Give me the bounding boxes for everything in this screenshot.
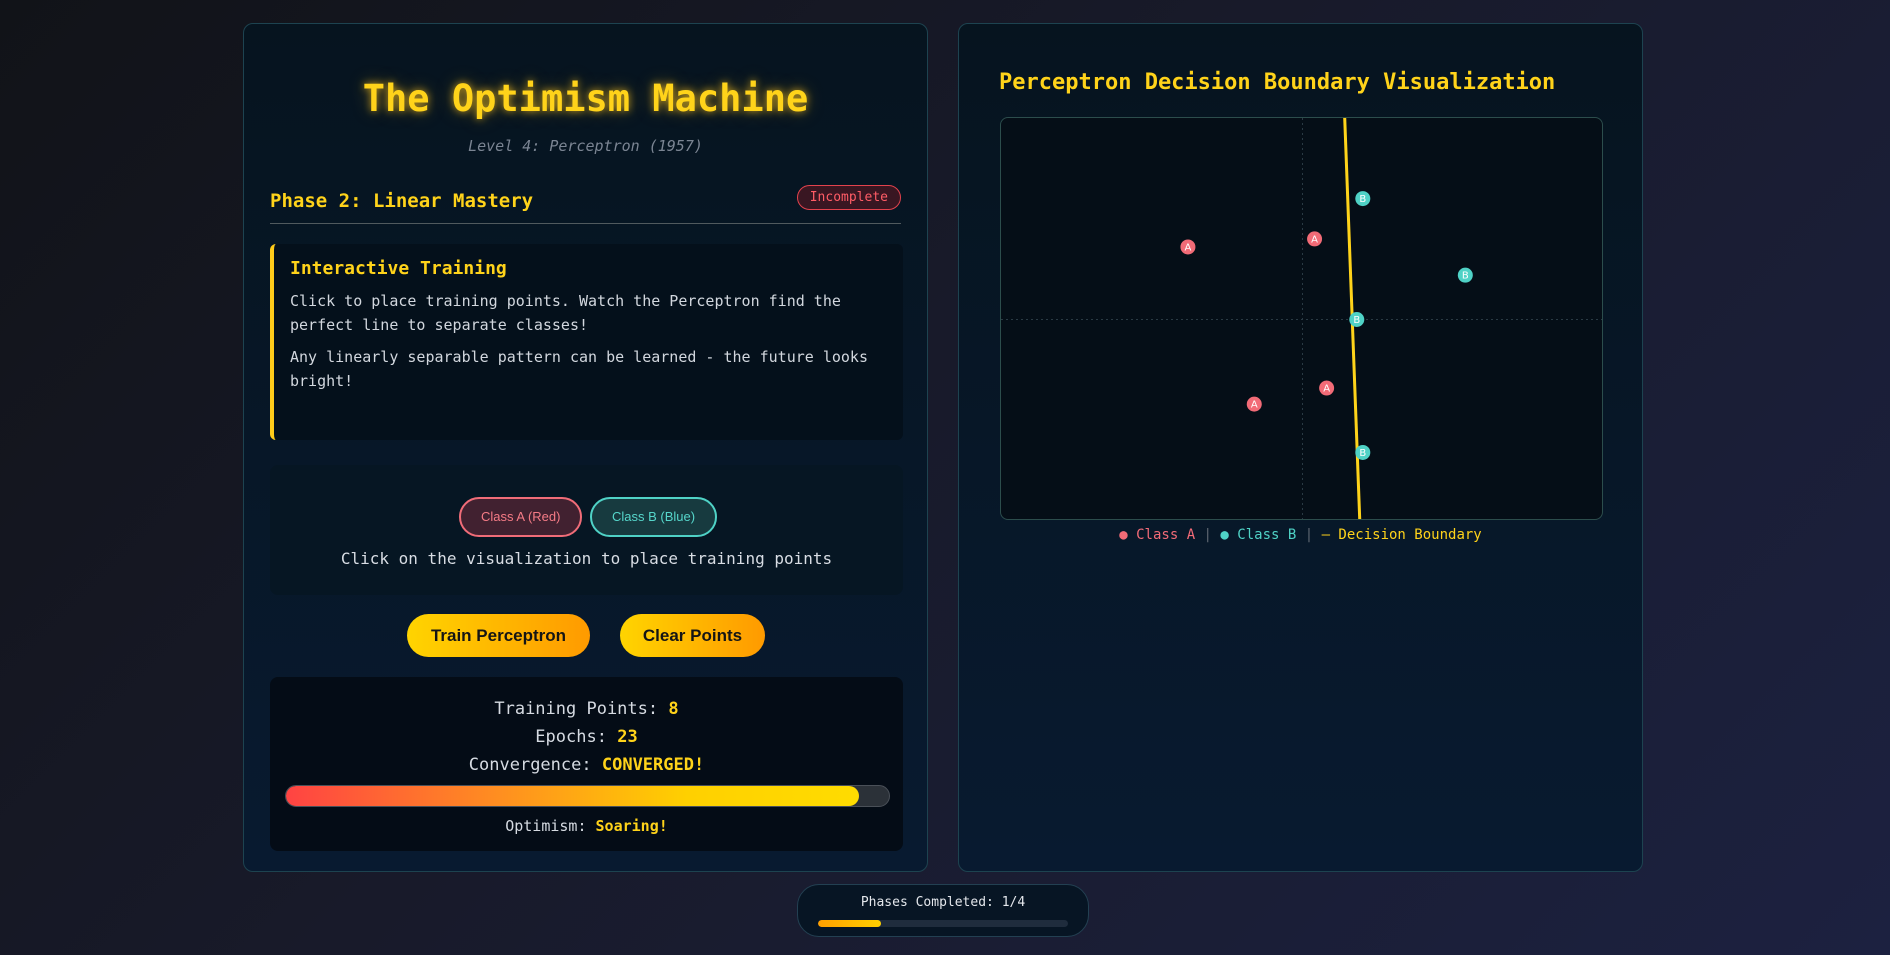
class-b-point[interactable]: B <box>1349 312 1365 327</box>
optimism-progress-fill <box>286 786 859 806</box>
point-label: B <box>1462 271 1469 282</box>
point-label: A <box>1185 242 1192 253</box>
optimism-stat: Optimism: Soaring! <box>270 817 903 835</box>
legend-decision-boundary: — Decision Boundary <box>1321 527 1482 543</box>
training-points-label: Training Points: <box>494 699 659 719</box>
class-b-point[interactable]: B <box>1355 444 1371 460</box>
point-label: B <box>1359 194 1366 205</box>
point-label: B <box>1353 315 1360 326</box>
training-points-value: 8 <box>668 699 679 719</box>
convergence-stat: Convergence: CONVERGED! <box>270 755 903 775</box>
phase-title: Phase 2: Linear Mastery <box>270 190 534 212</box>
class-b-point[interactable]: B <box>1355 191 1371 207</box>
class-hint: Click on the visualization to place trai… <box>340 549 833 568</box>
decision-boundary-plot[interactable]: A A A A B B B B <box>1001 118 1603 520</box>
training-points-stat: Training Points: 8 <box>270 699 903 719</box>
stats-panel: Training Points: 8 Epochs: 23 Convergenc… <box>270 677 903 851</box>
info-paragraph-2: Any linearly separable pattern can be le… <box>290 348 868 390</box>
phases-progress: Phases Completed: 1/4 <box>797 884 1089 937</box>
status-badge: Incomplete <box>796 185 901 210</box>
optimism-value: Soaring! <box>595 817 668 835</box>
right-panel: Perceptron Decision Boundary Visualizati… <box>958 23 1643 872</box>
convergence-value: CONVERGED! <box>601 755 705 775</box>
legend-class-b: ● Class B <box>1220 527 1297 543</box>
info-box: Interactive Training Click to place trai… <box>270 244 903 440</box>
visualization-canvas[interactable]: A A A A B B B B <box>1000 117 1603 520</box>
phases-progress-fill <box>818 920 881 927</box>
legend-class-a: ● Class A <box>1119 527 1196 543</box>
phases-completed-text: Phases Completed: 1/4 <box>860 895 1026 910</box>
class-b-point[interactable]: B <box>1457 267 1473 283</box>
left-panel: The Optimism Machine Level 4: Perceptron… <box>243 23 928 872</box>
epochs-stat: Epochs: 23 <box>270 727 903 747</box>
epochs-label: Epochs: <box>535 727 607 747</box>
page-title: The Optimism Machine <box>362 77 809 120</box>
convergence-label: Convergence: <box>468 755 592 775</box>
train-perceptron-button[interactable]: Train Perceptron <box>407 614 590 657</box>
point-label: A <box>1323 384 1330 395</box>
point-label: A <box>1311 234 1318 245</box>
class-selector: Class A (Red) Class B (Blue) Click on th… <box>270 465 903 595</box>
phase-header: Phase 2: Linear Mastery Incomplete <box>270 184 901 224</box>
clear-points-button[interactable]: Clear Points <box>620 614 765 657</box>
class-a-point[interactable]: A <box>1319 380 1335 396</box>
phases-progress-bar <box>818 920 1068 927</box>
visualization-legend: ● Class A | ● Class B | — Decision Bound… <box>959 527 1642 543</box>
visualization-title: Perceptron Decision Boundary Visualizati… <box>999 70 1556 95</box>
info-paragraph-1: Click to place training points. Watch th… <box>290 292 841 334</box>
optimism-progress-bar <box>285 785 890 807</box>
legend-separator: | <box>1195 527 1221 543</box>
legend-separator: | <box>1296 527 1322 543</box>
class-b-button[interactable]: Class B (Blue) <box>590 497 718 537</box>
info-title: Interactive Training <box>290 258 507 279</box>
class-a-point[interactable]: A <box>1180 239 1196 255</box>
class-a-button[interactable]: Class A (Red) <box>459 497 583 537</box>
point-label: B <box>1359 448 1366 459</box>
optimism-label: Optimism: <box>505 817 587 835</box>
point-label: A <box>1251 400 1258 411</box>
level-subtitle: Level 4: Perceptron (1957) <box>468 137 703 155</box>
class-a-point[interactable]: A <box>1307 231 1323 247</box>
epochs-value: 23 <box>617 727 638 747</box>
class-a-point[interactable]: A <box>1246 396 1262 412</box>
